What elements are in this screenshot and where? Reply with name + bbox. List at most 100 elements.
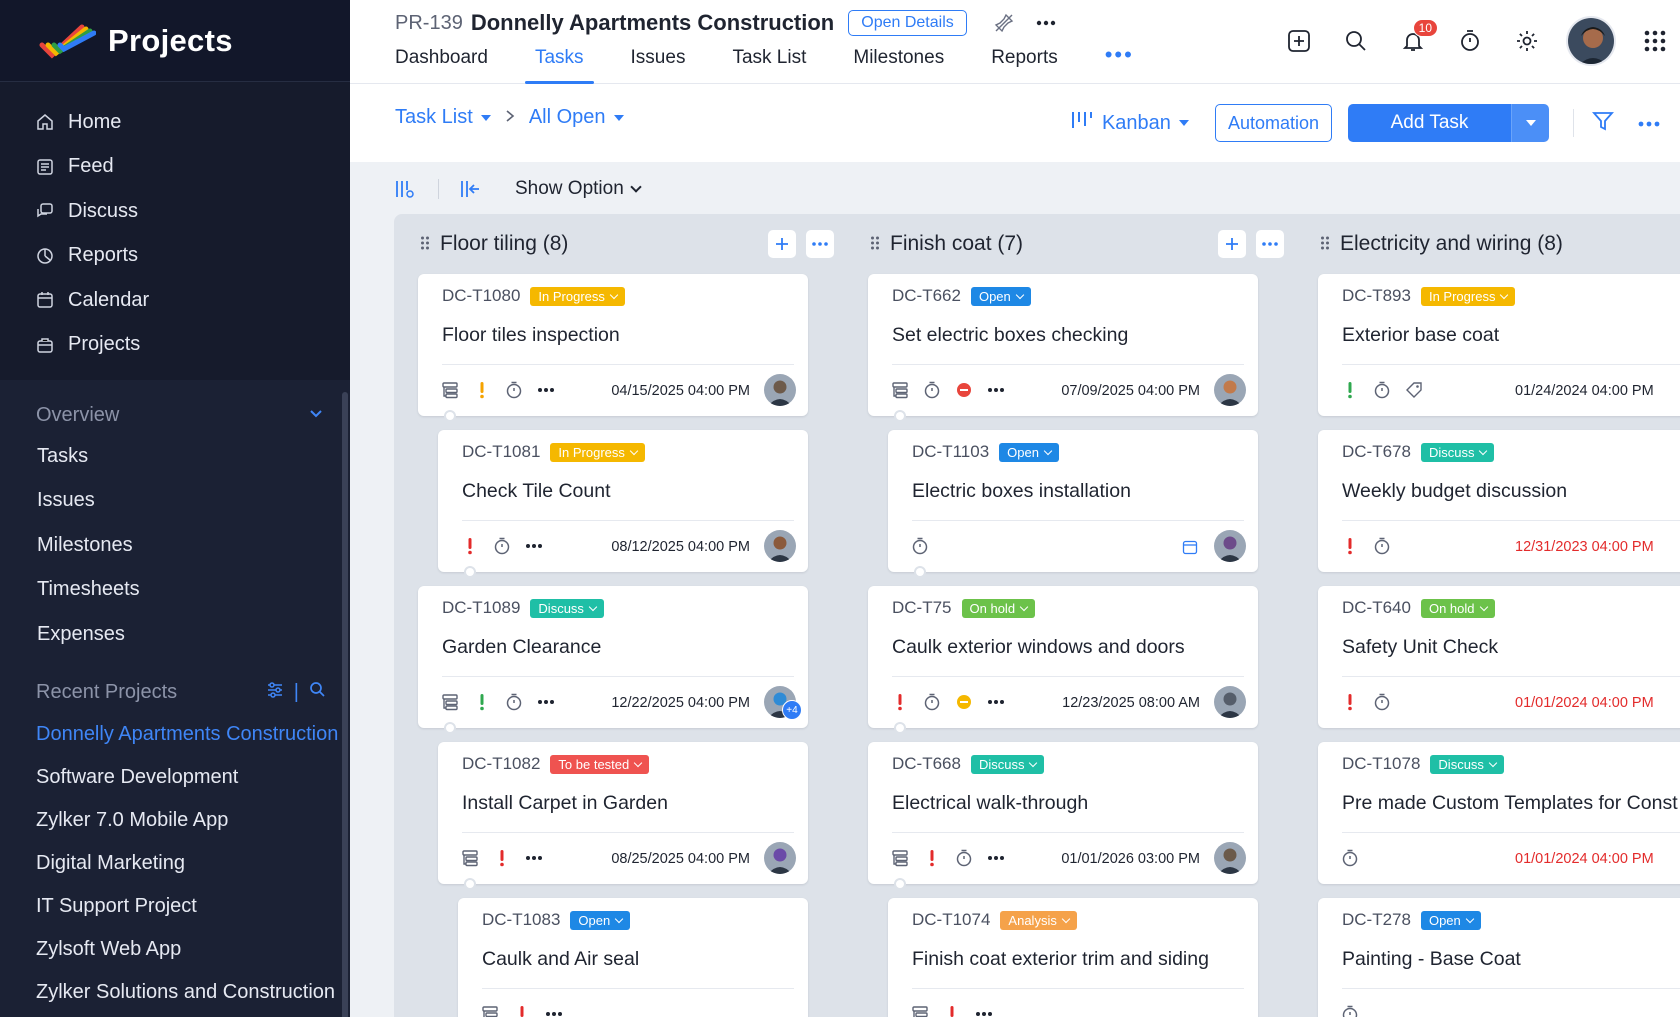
- filter-sliders-icon[interactable]: [266, 681, 284, 705]
- task-card[interactable]: DC-T1080 In Progress Floor tiles inspectio…: [418, 274, 808, 416]
- status-badge[interactable]: Open: [570, 910, 631, 930]
- task-card[interactable]: DC-T668 Discuss Electrical walk-through 01/…: [868, 742, 1258, 884]
- subtask-icon[interactable]: [910, 1004, 930, 1017]
- all-open-dropdown[interactable]: All Open: [529, 106, 624, 129]
- more-horizontal-icon[interactable]: [986, 692, 1006, 712]
- status-badge[interactable]: In Progress: [550, 442, 645, 462]
- assignee-avatar[interactable]: [764, 374, 796, 406]
- task-card[interactable]: DC-T1078 Discuss Pre made Custom Templates…: [1318, 742, 1680, 884]
- task-name[interactable]: Garden Clearance: [442, 636, 794, 659]
- task-name[interactable]: Check Tile Count: [462, 480, 794, 503]
- more-horizontal-icon[interactable]: [1035, 12, 1057, 34]
- open-details-button[interactable]: Open Details: [848, 10, 967, 36]
- priority-high-icon[interactable]: [1340, 536, 1360, 556]
- recent-project-item[interactable]: Software Development: [0, 756, 350, 799]
- tag-icon[interactable]: [1404, 380, 1424, 400]
- task-name[interactable]: Pre made Custom Templates for Constructi…: [1342, 792, 1680, 815]
- task-card[interactable]: DC-T1083 Open Caulk and Air seal: [458, 898, 808, 1017]
- assignee-avatar[interactable]: [764, 842, 796, 874]
- column-settings-icon[interactable]: [394, 178, 416, 200]
- more-horizontal-icon[interactable]: [536, 692, 556, 712]
- overview-item-tasks[interactable]: Tasks: [0, 434, 350, 479]
- assignee-avatar[interactable]: [1214, 842, 1246, 874]
- priority-high-icon[interactable]: [1340, 692, 1360, 712]
- timer-icon[interactable]: [910, 536, 930, 556]
- column-header[interactable]: Floor tiling (8): [394, 214, 860, 274]
- task-name[interactable]: Electrical walk-through: [892, 792, 1244, 815]
- subtask-icon[interactable]: [480, 1004, 500, 1017]
- add-task-to-column-button[interactable]: [768, 230, 796, 258]
- priority-low-icon[interactable]: [1340, 380, 1360, 400]
- tab-issues[interactable]: Issues: [631, 44, 686, 84]
- tab-tasks[interactable]: Tasks: [525, 44, 594, 84]
- status-badge[interactable]: Open: [999, 442, 1059, 462]
- subtask-icon[interactable]: [890, 848, 910, 868]
- status-badge[interactable]: Discuss: [970, 754, 1045, 774]
- more-horizontal-icon[interactable]: [524, 848, 544, 868]
- column-more-button[interactable]: [806, 230, 834, 258]
- more-assignees-badge[interactable]: +4: [782, 700, 802, 720]
- nav-item-calendar[interactable]: Calendar: [0, 278, 350, 323]
- recent-project-item[interactable]: Donnelly Apartments Construction: [0, 713, 350, 756]
- task-card[interactable]: DC-T662 Open Set electric boxes checking 07…: [868, 274, 1258, 416]
- drag-handle-icon[interactable]: [1320, 235, 1330, 254]
- subtask-icon[interactable]: [440, 692, 460, 712]
- search-icon[interactable]: [1343, 28, 1369, 54]
- assignee-avatar[interactable]: [764, 530, 796, 562]
- status-badge[interactable]: Analysis: [1000, 910, 1077, 930]
- status-badge[interactable]: Discuss: [1420, 442, 1495, 462]
- priority-high-icon[interactable]: [890, 692, 910, 712]
- priority-high-icon[interactable]: [460, 536, 480, 556]
- task-card[interactable]: DC-T1089 Discuss Garden Clearance 12/22/202…: [418, 586, 808, 728]
- filter-icon[interactable]: [1592, 110, 1614, 137]
- tab-task-list[interactable]: Task List: [732, 44, 806, 84]
- more-horizontal-icon[interactable]: [986, 380, 1006, 400]
- add-task-to-column-button[interactable]: [1218, 230, 1246, 258]
- assignee-avatar[interactable]: [1214, 686, 1246, 718]
- gear-icon[interactable]: [1514, 28, 1540, 54]
- overview-item-expenses[interactable]: Expenses: [0, 612, 350, 657]
- tab-reports[interactable]: Reports: [991, 44, 1058, 84]
- collapse-left-icon[interactable]: [459, 178, 481, 200]
- subtask-icon[interactable]: [890, 380, 910, 400]
- priority-medium-icon[interactable]: [472, 380, 492, 400]
- task-card[interactable]: DC-T1074 Analysis Finish coat exterior tri…: [888, 898, 1258, 1017]
- task-name[interactable]: Finish coat exterior trim and siding: [912, 948, 1244, 971]
- timer-icon[interactable]: [954, 848, 974, 868]
- assignee-avatar[interactable]: [1214, 530, 1246, 562]
- chevron-down-icon[interactable]: [308, 404, 324, 427]
- task-name[interactable]: Floor tiles inspection: [442, 324, 794, 347]
- sidebar-scrollbar[interactable]: [342, 392, 348, 1017]
- nav-item-reports[interactable]: Reports: [0, 234, 350, 279]
- timer-icon[interactable]: [504, 692, 524, 712]
- subtask-icon[interactable]: [460, 848, 480, 868]
- calendar-icon[interactable]: [1182, 539, 1198, 560]
- status-badge[interactable]: On hold: [1420, 598, 1495, 618]
- nav-item-feed[interactable]: Feed: [0, 145, 350, 190]
- timer-icon[interactable]: [1372, 536, 1392, 556]
- overview-item-issues[interactable]: Issues: [0, 479, 350, 524]
- task-card[interactable]: DC-T1081 In Progress Check Tile Count 08/12…: [438, 430, 808, 572]
- priority-high-icon[interactable]: [512, 1004, 532, 1017]
- app-grid-icon[interactable]: [1642, 28, 1668, 54]
- priority-high-icon[interactable]: [942, 1004, 962, 1017]
- more-horizontal-icon[interactable]: [1638, 114, 1660, 132]
- timer-icon[interactable]: [492, 536, 512, 556]
- status-badge[interactable]: To be tested: [550, 754, 650, 774]
- column-header[interactable]: Finish coat (7): [844, 214, 1310, 274]
- drag-handle-icon[interactable]: [870, 235, 880, 254]
- timer-icon[interactable]: [922, 380, 942, 400]
- status-badge[interactable]: Open: [970, 286, 1031, 306]
- recent-project-item[interactable]: IT Support Project: [0, 885, 350, 928]
- automation-button[interactable]: Automation: [1214, 104, 1332, 142]
- task-card[interactable]: DC-T1082 To be tested Install Carpet in Ga…: [438, 742, 808, 884]
- status-badge[interactable]: Open: [1420, 910, 1481, 930]
- status-badge[interactable]: In Progress: [530, 286, 625, 306]
- task-name[interactable]: Painting - Base Coat: [1342, 948, 1680, 971]
- nav-item-home[interactable]: Home: [0, 100, 350, 145]
- task-card[interactable]: DC-T278 Open Painting - Base Coat: [1318, 898, 1680, 1017]
- add-task-button[interactable]: Add Task: [1348, 104, 1511, 142]
- brand[interactable]: Projects: [0, 0, 350, 82]
- task-name[interactable]: Exterior base coat: [1342, 324, 1680, 347]
- task-name[interactable]: Caulk exterior windows and doors: [892, 636, 1244, 659]
